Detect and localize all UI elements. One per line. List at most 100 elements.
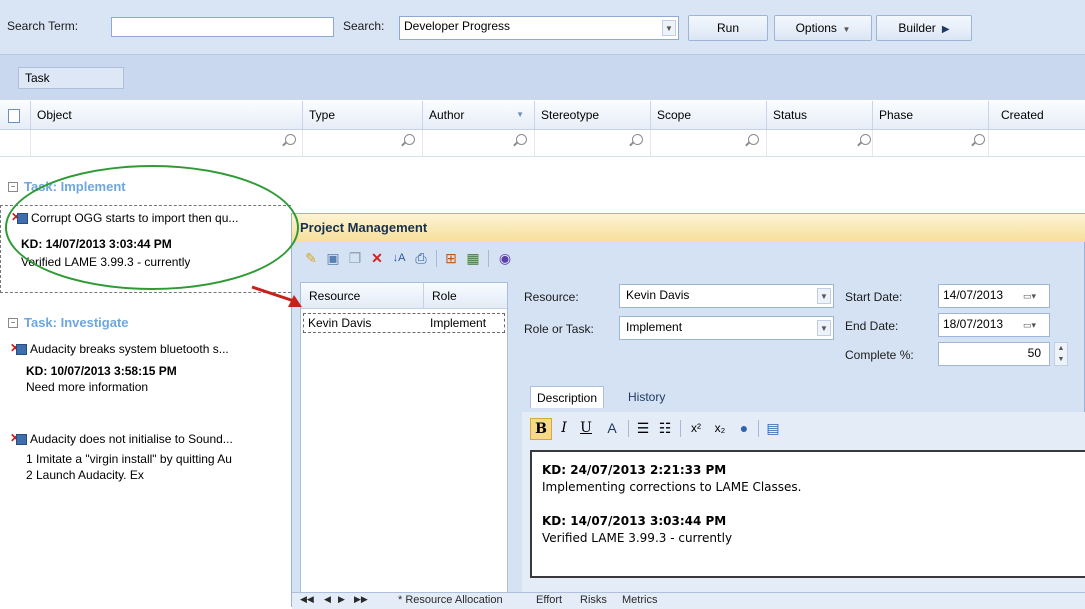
search-select[interactable]: Developer Progress ▼ <box>399 16 679 40</box>
column-created[interactable]: Created <box>988 101 1085 129</box>
search-term-input[interactable] <box>111 17 334 37</box>
column-status[interactable]: Status <box>766 101 872 129</box>
column-resource[interactable]: Resource <box>301 283 423 309</box>
search-icon[interactable] <box>860 134 871 145</box>
start-date-label: Start Date: <box>845 290 903 304</box>
column-author-label: Author <box>429 108 465 122</box>
list-item[interactable]: ✕ Audacity does not initialise to Sound.… <box>0 413 291 483</box>
collapse-icon[interactable]: − <box>8 318 18 328</box>
table-row[interactable]: Kevin Davis Implement <box>303 313 505 333</box>
print-icon[interactable]: ⎙ <box>412 249 430 267</box>
sort-icon[interactable]: ↓A <box>390 249 408 267</box>
tab-metrics[interactable]: Metrics <box>622 594 657 606</box>
sort-descending-icon: ▼ <box>516 110 524 119</box>
task-error-icon: ✕ <box>10 431 27 445</box>
spinner-icon[interactable]: ▲ ▼ <box>1054 342 1068 366</box>
description-panel: B I U A ☰ ☷ x² x₂ ● ▤ KD: 24/07/2013 2:2… <box>522 412 1085 594</box>
nav-next-icon[interactable]: ▶ <box>338 594 345 605</box>
new-item-icon[interactable]: ✎ <box>302 249 320 267</box>
underline-icon[interactable]: U <box>578 418 594 438</box>
task-error-icon: ✕ <box>10 341 27 355</box>
search-icon[interactable] <box>632 134 643 145</box>
end-date-label: End Date: <box>845 319 899 333</box>
collapse-icon[interactable]: − <box>8 182 18 192</box>
column-phase[interactable]: Phase <box>872 101 988 129</box>
italic-icon[interactable]: I <box>556 418 572 438</box>
options-button[interactable]: Options ▼ <box>774 15 872 41</box>
tab-risks[interactable]: Risks <box>580 594 607 606</box>
group-title-investigate[interactable]: Task: Investigate <box>24 315 129 330</box>
document-icon[interactable]: ▤ <box>764 418 782 438</box>
play-arrow-icon: ▶ <box>939 24 950 35</box>
copy-icon[interactable]: ❐ <box>346 249 364 267</box>
search-select-value: Developer Progress <box>404 19 511 33</box>
chart-icon[interactable]: ▦ <box>464 249 482 267</box>
bullet-list-icon[interactable]: ☰ <box>634 418 652 438</box>
tab-effort[interactable]: Effort <box>536 594 562 606</box>
delete-icon[interactable]: ✕ <box>368 249 386 267</box>
column-object[interactable]: Object <box>30 101 302 129</box>
superscript-icon[interactable]: x² <box>686 418 706 438</box>
tab-description[interactable]: Description <box>530 386 605 408</box>
end-date-picker[interactable]: 18/07/2013 ▭▾ <box>938 313 1050 337</box>
group-by-task-chip[interactable]: Task <box>18 67 124 89</box>
list-item[interactable]: ✕ Audacity breaks system bluetooth s... … <box>0 337 291 403</box>
save-icon[interactable]: ▣ <box>324 249 342 267</box>
nav-last-icon[interactable]: ▶▶ <box>354 594 368 605</box>
tab-history[interactable]: History <box>622 386 671 408</box>
role-label: Role or Task: <box>524 322 594 336</box>
hyperlink-icon[interactable]: ● <box>734 418 754 438</box>
project-management-panel: Project Management ✎ ▣ ❐ ✕ ↓A ⎙ ⊞ ▦ ◉ Re… <box>291 213 1085 609</box>
start-date-picker[interactable]: 14/07/2013 ▭▾ <box>938 284 1050 308</box>
calendar-icon[interactable]: ▭▾ <box>1023 318 1045 332</box>
search-icon[interactable] <box>974 134 985 145</box>
bold-icon[interactable]: B <box>530 418 552 440</box>
search-term-label: Search Term: <box>7 19 79 33</box>
column-type[interactable]: Type <box>302 101 422 129</box>
hierarchy-icon[interactable]: ⊞ <box>442 249 460 267</box>
search-icon[interactable] <box>516 134 527 145</box>
chevron-down-icon[interactable]: ▼ <box>817 288 831 304</box>
complete-value: 50 <box>1027 346 1041 360</box>
role-value: Implement <box>626 320 683 334</box>
search-toolbar: Search Term: Search: Developer Progress … <box>0 0 1085 55</box>
start-date-value: 14/07/2013 <box>943 288 1004 302</box>
item-note-head: KD: 10/07/2013 3:58:15 PM <box>26 364 177 378</box>
item-name: Audacity does not initialise to Sound... <box>30 432 233 446</box>
column-scope[interactable]: Scope <box>650 101 766 129</box>
resource-combo[interactable]: Kevin Davis ▼ <box>619 284 834 308</box>
group-by-bar <box>0 55 1085 100</box>
search-icon[interactable] <box>748 134 759 145</box>
chevron-down-icon[interactable]: ▼ <box>662 20 676 36</box>
nav-prev-icon[interactable]: ◀ <box>324 594 331 605</box>
run-button[interactable]: Run <box>688 15 768 41</box>
resource-value: Kevin Davis <box>626 288 690 302</box>
nav-first-icon[interactable]: ◀◀ <box>300 594 314 605</box>
options-label: Options <box>795 21 837 35</box>
column-author[interactable]: Author ▼ <box>422 101 534 129</box>
builder-button[interactable]: Builder ▶ <box>876 15 972 41</box>
end-date-value: 18/07/2013 <box>943 317 1004 331</box>
bottom-tab-strip: ◀◀ ◀ ▶ ▶▶ * Resource Allocation Effort R… <box>292 592 1085 609</box>
role-combo[interactable]: Implement ▼ <box>619 316 834 340</box>
subscript-icon[interactable]: x₂ <box>710 418 730 438</box>
font-color-icon[interactable]: A <box>602 418 622 438</box>
search-icon[interactable] <box>404 134 415 145</box>
column-role[interactable]: Role <box>423 283 507 309</box>
search-icon[interactable] <box>285 134 296 145</box>
column-stereotype[interactable]: Stereotype <box>534 101 650 129</box>
resource-label: Resource: <box>524 290 579 304</box>
numbered-list-icon[interactable]: ☷ <box>656 418 674 438</box>
row-role: Implement <box>430 316 487 330</box>
complete-label: Complete %: <box>845 348 914 362</box>
chevron-down-icon[interactable]: ▼ <box>817 320 831 336</box>
entry-head: KD: 14/07/2013 3:03:44 PM <box>542 514 727 528</box>
format-toolbar: B I U A ☰ ☷ x² x₂ ● ▤ <box>522 412 1085 444</box>
description-editor[interactable]: KD: 24/07/2013 2:21:33 PM Implementing c… <box>530 450 1085 578</box>
item-note-line1: 1 Imitate a "virgin install" by quitting… <box>26 452 232 466</box>
tab-resource-allocation[interactable]: * Resource Allocation <box>398 594 503 606</box>
complete-input[interactable]: 50 <box>938 342 1050 366</box>
help-icon[interactable]: ◉ <box>496 249 514 267</box>
resource-table: Resource Role Kevin Davis Implement <box>300 282 508 596</box>
calendar-icon[interactable]: ▭▾ <box>1023 289 1045 303</box>
